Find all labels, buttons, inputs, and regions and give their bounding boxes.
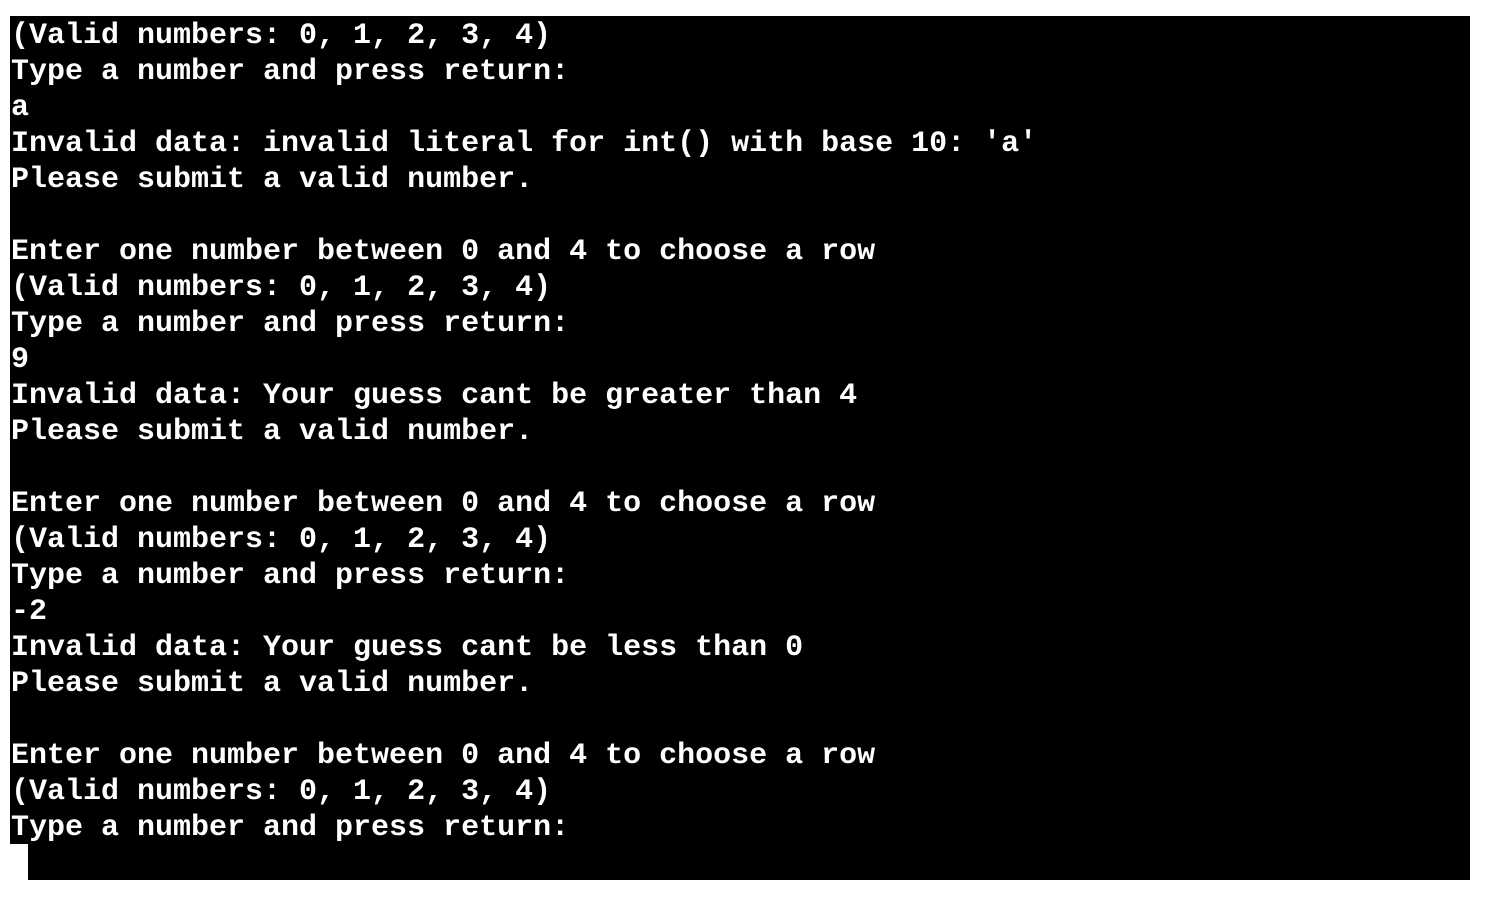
terminal-bottom-strip	[28, 840, 1470, 880]
terminal-line: Invalid data: Your guess cant be greater…	[11, 379, 858, 413]
terminal-line: a	[11, 91, 30, 125]
terminal-line: Invalid data: Your guess cant be less th…	[11, 631, 804, 665]
terminal-line: (Valid numbers: 0, 1, 2, 3, 4)	[11, 523, 552, 557]
terminal-line: Type a number and press return:	[11, 307, 570, 341]
terminal-line: Type a number and press return:	[11, 559, 570, 593]
terminal-output[interactable]: (Valid numbers: 0, 1, 2, 3, 4) Type a nu…	[10, 16, 1470, 844]
terminal-line: Invalid data: invalid literal for int() …	[11, 127, 1038, 161]
terminal-line: -2	[11, 595, 48, 629]
terminal-line: (Valid numbers: 0, 1, 2, 3, 4)	[11, 775, 552, 809]
terminal-line: Please submit a valid number.	[11, 667, 534, 701]
terminal-line: (Valid numbers: 0, 1, 2, 3, 4)	[11, 271, 552, 305]
terminal-line: Enter one number between 0 and 4 to choo…	[11, 487, 876, 521]
terminal-line: Please submit a valid number.	[11, 415, 534, 449]
terminal-line: (Valid numbers: 0, 1, 2, 3, 4)	[11, 19, 552, 53]
terminal-line: Enter one number between 0 and 4 to choo…	[11, 739, 876, 773]
terminal-prompt-line: Type a number and press return:	[11, 811, 570, 844]
terminal-line: Enter one number between 0 and 4 to choo…	[11, 235, 876, 269]
terminal-line: 9	[11, 343, 30, 377]
terminal-line: Type a number and press return:	[11, 55, 570, 89]
terminal-line: Please submit a valid number.	[11, 163, 534, 197]
